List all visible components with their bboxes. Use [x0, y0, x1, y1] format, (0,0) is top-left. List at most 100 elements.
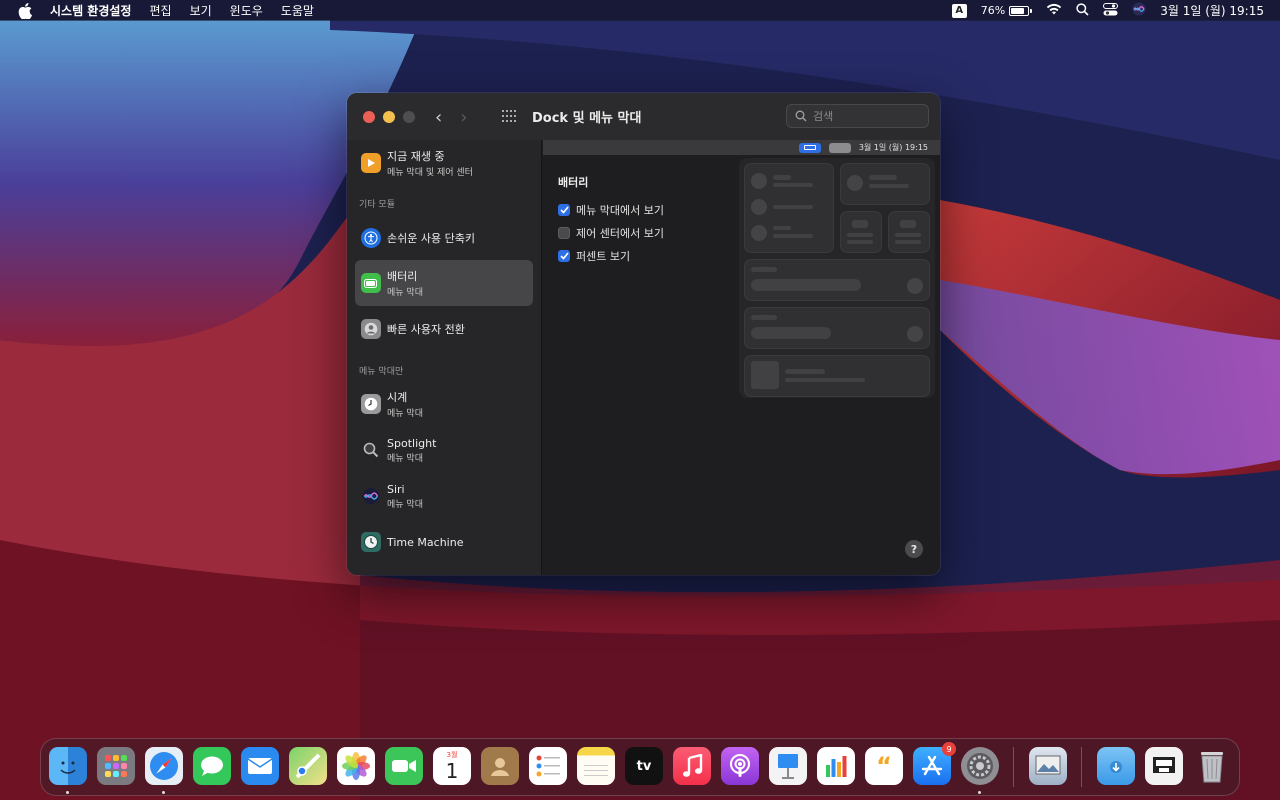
- sidebar-item-sublabel: 메뉴 막대: [387, 499, 423, 510]
- option-label: 메뉴 막대에서 보기: [576, 204, 664, 217]
- time-machine-icon: [361, 532, 381, 552]
- checkbox-checked[interactable]: [558, 204, 570, 216]
- sidebar-item-siri[interactable]: Siri 메뉴 막대: [355, 473, 533, 519]
- preview-battery-icon: [798, 142, 821, 153]
- battery-percent: 76%: [980, 4, 1006, 17]
- menu-app-name[interactable]: 시스템 환경설정: [50, 2, 131, 19]
- sidebar: 지금 재생 중 메뉴 막대 및 제어 센터 기타 모듈 손쉬운 사용 단축키 배…: [347, 140, 542, 575]
- option-label: 퍼센트 보기: [576, 250, 631, 263]
- control-center-icon[interactable]: [1103, 2, 1119, 19]
- help-button[interactable]: ?: [905, 540, 923, 558]
- show-all-grid-icon[interactable]: [502, 110, 518, 123]
- checkbox-unchecked[interactable]: [558, 227, 570, 239]
- accessibility-icon: [361, 228, 381, 248]
- menu-edit[interactable]: 편집: [149, 2, 171, 19]
- sidebar-item-accessibility[interactable]: 손쉬운 사용 단축키: [355, 215, 533, 261]
- search-field[interactable]: [786, 104, 929, 128]
- forward-button[interactable]: ›: [460, 107, 467, 128]
- dock-notes-icon[interactable]: [577, 747, 615, 785]
- option-show-in-control-center[interactable]: 제어 센터에서 보기: [558, 225, 664, 241]
- apple-menu-icon[interactable]: [18, 2, 32, 19]
- dock-messages-icon[interactable]: [193, 747, 231, 785]
- menu-view[interactable]: 보기: [190, 2, 212, 19]
- dock-apple-tv-icon[interactable]: tv: [625, 747, 663, 785]
- dock-finder-icon[interactable]: [49, 747, 87, 785]
- dock-launchpad-icon[interactable]: [97, 747, 135, 785]
- dock-screenshot-icon[interactable]: [1145, 747, 1183, 785]
- tv-label: tv: [636, 758, 652, 774]
- magnifier-icon: [361, 440, 381, 460]
- dock-preview-icon[interactable]: [1029, 747, 1067, 785]
- dock-photos-icon[interactable]: [337, 747, 375, 785]
- dock-podcasts-icon[interactable]: [721, 747, 759, 785]
- menubar-clock[interactable]: 3월 1일 (월) 19:15: [1160, 2, 1264, 19]
- back-button[interactable]: ‹: [435, 107, 442, 128]
- dock-contacts-icon[interactable]: [481, 747, 519, 785]
- battery-status[interactable]: 76%: [980, 4, 1033, 17]
- dock-facetime-icon[interactable]: [385, 747, 423, 785]
- dock-reminders-icon[interactable]: [529, 747, 567, 785]
- dock-trash-icon[interactable]: [1193, 747, 1231, 785]
- sidebar-item-now-playing[interactable]: 지금 재생 중 메뉴 막대 및 제어 센터: [355, 140, 533, 186]
- zoom-button[interactable]: [403, 111, 415, 123]
- sidebar-item-label: 빠른 사용자 전환: [387, 323, 465, 336]
- sidebar-item-label: 시계: [387, 391, 408, 404]
- dock-safari-icon[interactable]: [145, 747, 183, 785]
- checkbox-checked[interactable]: [558, 250, 570, 262]
- option-show-in-menubar[interactable]: 메뉴 막대에서 보기: [558, 202, 664, 218]
- play-icon: [361, 153, 381, 173]
- sidebar-item-label: 지금 재생 중: [387, 150, 445, 163]
- dock-numbers-icon[interactable]: [817, 747, 855, 785]
- search-input[interactable]: [813, 109, 923, 123]
- section-header-menubar-only: 메뉴 막대만: [359, 367, 404, 377]
- dock-mail-icon[interactable]: [241, 747, 279, 785]
- sidebar-item-clock[interactable]: 시계 메뉴 막대: [355, 381, 533, 427]
- pages-quote: “: [876, 752, 892, 780]
- menubar-preview: 3월 1일 (월) 19:15: [543, 140, 940, 155]
- dock-app-store-icon[interactable]: 9: [913, 742, 956, 785]
- dock-maps-icon[interactable]: [289, 747, 327, 785]
- section-title: 배터리: [558, 176, 589, 189]
- detail-pane: 3월 1일 (월) 19:15 배터리 메뉴 막대에서 보기 제어 센터에서 보…: [543, 140, 940, 575]
- sidebar-item-fast-user-switching[interactable]: 빠른 사용자 전환: [355, 306, 533, 352]
- siri-icon[interactable]: [1132, 2, 1146, 19]
- sidebar-item-sublabel: 메뉴 막대: [387, 409, 423, 419]
- menu-window[interactable]: 윈도우: [230, 2, 263, 19]
- sidebar-item-sublabel: 메뉴 막대 및 제어 센터: [387, 168, 473, 178]
- input-source-icon[interactable]: A: [951, 3, 967, 18]
- siri-icon: [361, 486, 381, 506]
- control-center-preview: [739, 158, 935, 398]
- menu-bar: 시스템 환경설정 편집 보기 윈도우 도움말 A 76% 3월 1일 (월) 1…: [0, 0, 1280, 21]
- menu-help[interactable]: 도움말: [281, 2, 314, 19]
- sidebar-item-sublabel: 메뉴 막대: [387, 288, 423, 298]
- window-titlebar: ‹ › Dock 및 메뉴 막대: [347, 93, 940, 140]
- clock-icon: [361, 394, 381, 414]
- battery-icon: [1009, 5, 1030, 16]
- search-icon: [795, 110, 807, 122]
- dock-system-preferences-icon[interactable]: [961, 747, 999, 785]
- sidebar-item-label: Spotlight: [387, 436, 437, 450]
- dock-keynote-icon[interactable]: [769, 747, 807, 785]
- section-header-other-modules: 기타 모듈: [359, 200, 395, 210]
- dock-pages-icon[interactable]: “: [865, 747, 903, 785]
- sidebar-item-label: Time Machine: [387, 535, 464, 549]
- dock-downloads-folder-icon[interactable]: [1097, 747, 1135, 785]
- sidebar-item-time-machine[interactable]: Time Machine: [355, 519, 533, 565]
- sidebar-item-label: 배터리: [387, 270, 418, 283]
- sidebar-item-label: 손쉬운 사용 단축키: [387, 232, 475, 245]
- dock-calendar-icon[interactable]: 3월 1: [433, 747, 471, 785]
- option-show-percentage[interactable]: 퍼센트 보기: [558, 248, 630, 264]
- sidebar-item-spotlight[interactable]: Spotlight 메뉴 막대: [355, 427, 533, 473]
- user-icon: [361, 319, 381, 339]
- close-button[interactable]: [363, 111, 375, 123]
- wifi-icon[interactable]: [1046, 3, 1062, 18]
- sidebar-item-battery[interactable]: 배터리 메뉴 막대: [355, 260, 533, 306]
- preferences-window: ‹ › Dock 및 메뉴 막대 지금 재생 중 메뉴 막대 및 제어 센터 기…: [347, 93, 940, 575]
- dock-music-icon[interactable]: [673, 747, 711, 785]
- minimize-button[interactable]: [383, 111, 395, 123]
- dock: 3월 1 tv “ 9: [40, 738, 1240, 796]
- sidebar-item-sublabel: 메뉴 막대: [387, 453, 423, 464]
- app-store-badge: 9: [942, 742, 956, 756]
- spotlight-icon[interactable]: [1076, 2, 1089, 19]
- sidebar-item-label: Siri: [387, 482, 405, 496]
